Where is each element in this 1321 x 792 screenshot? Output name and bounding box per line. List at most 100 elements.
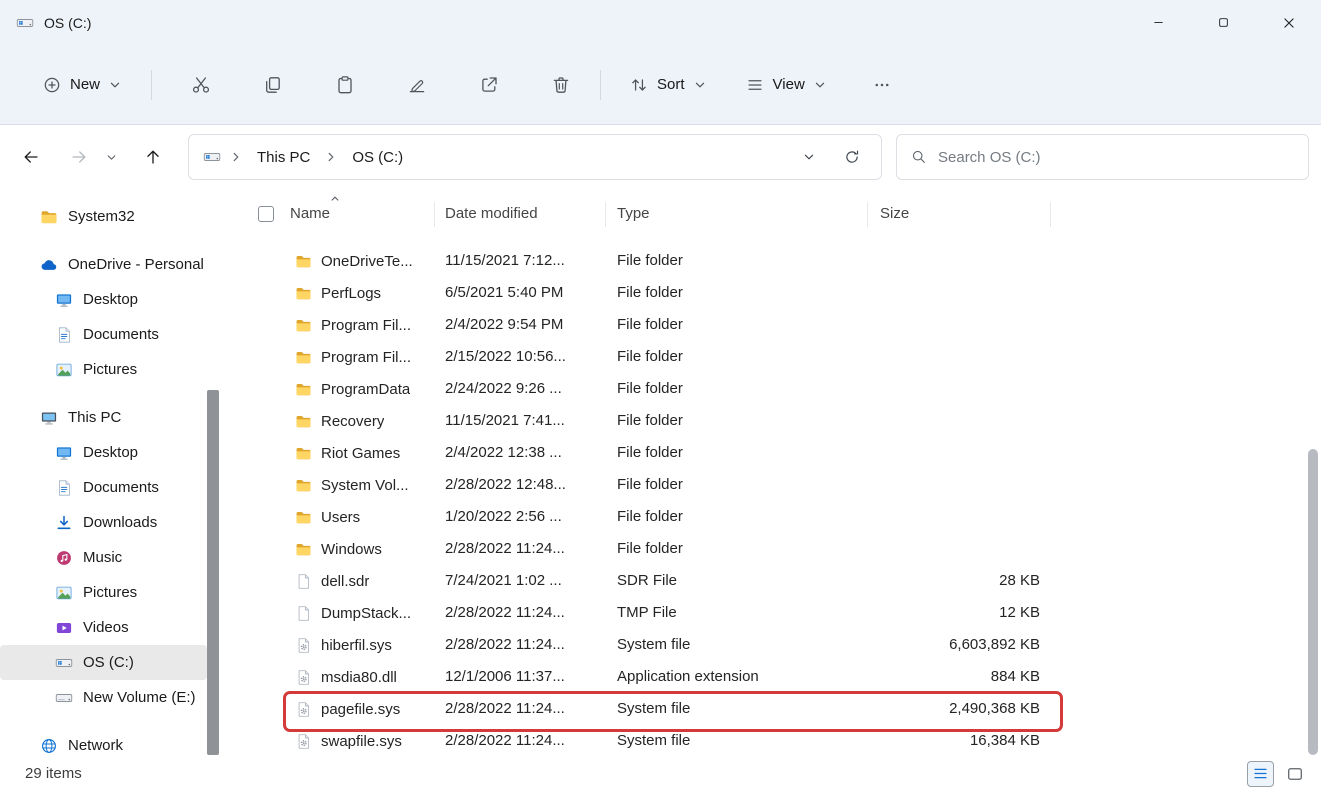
file-size: 12 KB [867,597,1040,629]
sidebar-item-new-volume-e[interactable]: New Volume (E:) [0,680,207,715]
file-row-system-vol[interactable]: System Vol... 2/28/2022 12:48... File fo… [225,469,1305,501]
navigation-pane: System32 OneDrive - Personal Desktop [0,189,225,755]
system-file-icon [295,701,312,718]
chevron-right-icon [325,151,337,163]
file-row-hiberfil-sys[interactable]: hiberfil.sys 2/28/2022 11:24... System f… [225,629,1305,661]
share-button[interactable] [467,65,511,105]
cut-button[interactable] [179,65,223,105]
delete-button[interactable] [539,65,583,105]
recent-locations-button[interactable] [98,139,124,175]
file-row-dumpstack[interactable]: DumpStack... 2/28/2022 11:24... TMP File… [225,597,1305,629]
sidebar-item-pictures[interactable]: Pictures [0,352,207,387]
column-header-date-modified[interactable]: Date modified [445,189,538,239]
file-name: OneDriveTe... [321,253,413,270]
sidebar-item-music[interactable]: Music [0,540,207,575]
address-dropdown-button[interactable] [792,140,826,174]
thumbnails-view-icon [1286,765,1304,783]
desktop-icon [55,291,73,309]
file-type: System file [617,693,690,725]
file-name-cell: DumpStack... [295,597,411,629]
sidebar-item-os-c[interactable]: OS (C:) [0,645,207,680]
select-all-checkbox[interactable] [258,206,274,222]
new-button[interactable]: New [30,66,134,104]
chevron-down-icon [814,79,826,91]
file-row-dell-sdr[interactable]: dell.sdr 7/24/2021 1:02 ... SDR File 28 … [225,565,1305,597]
breadcrumb-this-pc[interactable]: This PC [251,145,316,170]
sidebar-item-documents[interactable]: Documents [0,470,207,505]
file-row-riot-games[interactable]: Riot Games 2/4/2022 12:38 ... File folde… [225,437,1305,469]
file-row-windows[interactable]: Windows 2/28/2022 11:24... File folder [225,533,1305,565]
column-header-size[interactable]: Size [880,189,909,239]
sort-button[interactable]: Sort [618,66,718,104]
sidebar-item-this-pc[interactable]: This PC [0,400,207,435]
file-name-cell: Program Fil... [295,309,411,341]
file-name: Program Fil... [321,317,411,334]
up-button[interactable] [134,139,172,175]
sidebar-item-onedrive-personal[interactable]: OneDrive - Personal [0,247,207,282]
sidebar-item-desktop[interactable]: Desktop [0,435,207,470]
maximize-button[interactable] [1191,0,1256,45]
file-row-swapfile-sys[interactable]: swapfile.sys 2/28/2022 11:24... System f… [225,725,1305,757]
sidebar-item-pictures[interactable]: Pictures [0,575,207,610]
file-date-modified: 2/4/2022 12:38 ... [445,437,562,469]
file-row-programdata[interactable]: ProgramData 2/24/2022 9:26 ... File fold… [225,373,1305,405]
view-button[interactable]: View [734,66,838,104]
sidebar-item-documents[interactable]: Documents [0,317,207,352]
file-row-perflogs[interactable]: PerfLogs 6/5/2021 5:40 PM File folder [225,277,1305,309]
more-options-button[interactable] [860,65,904,105]
details-view-toggle[interactable] [1247,761,1274,787]
rename-button[interactable] [395,65,439,105]
file-name: Riot Games [321,445,400,462]
sidebar-scrollbar-thumb[interactable] [207,390,219,755]
titlebar: OS (C:) [0,0,1321,45]
refresh-button[interactable] [835,140,869,174]
search-box[interactable] [896,134,1309,180]
column-separator[interactable] [434,202,435,227]
forward-button[interactable] [60,139,98,175]
vertical-scrollbar[interactable] [1305,189,1321,755]
file-name-cell: Recovery [295,405,384,437]
file-row-onedrivete[interactable]: OneDriveTe... 11/15/2021 7:12... File fo… [225,245,1305,277]
copy-button[interactable] [251,65,295,105]
close-button[interactable] [1256,0,1321,45]
file-row-users[interactable]: Users 1/20/2022 2:56 ... File folder [225,501,1305,533]
back-button[interactable] [12,139,50,175]
drive-icon [55,654,73,672]
sidebar-item-desktop[interactable]: Desktop [0,282,207,317]
items-count: 29 items [25,765,82,782]
sidebar-item-videos[interactable]: Videos [0,610,207,645]
column-separator[interactable] [867,202,868,227]
file-row-program-fil[interactable]: Program Fil... 2/15/2022 10:56... File f… [225,341,1305,373]
file-type: System file [617,725,690,757]
document-icon [55,326,73,344]
file-row-pagefile-sys[interactable]: pagefile.sys 2/28/2022 11:24... System f… [225,693,1305,725]
file-date-modified: 2/28/2022 11:24... [445,629,565,661]
file-row-msdia80-dll[interactable]: msdia80.dll 12/1/2006 11:37... Applicati… [225,661,1305,693]
column-separator[interactable] [605,202,606,227]
large-thumbnails-view-toggle[interactable] [1281,761,1308,787]
address-bar[interactable]: This PC OS (C:) [188,134,882,180]
column-separator[interactable] [1050,202,1051,227]
paste-button[interactable] [323,65,367,105]
chevron-down-icon [109,79,121,91]
sidebar-item-system32[interactable]: System32 [0,199,207,234]
breadcrumb-os-c[interactable]: OS (C:) [346,145,409,170]
column-header-type[interactable]: Type [617,189,650,239]
file-row-recovery[interactable]: Recovery 11/15/2021 7:41... File folder [225,405,1305,437]
folder-icon [295,541,312,558]
view-button-label: View [773,76,805,93]
vertical-scrollbar-thumb[interactable] [1308,449,1318,755]
search-input[interactable] [938,149,1294,166]
view-toggles [1247,761,1308,787]
file-name: pagefile.sys [321,701,400,718]
minimize-button[interactable] [1126,0,1191,45]
picture-icon [55,584,73,602]
sidebar-scrollbar[interactable] [207,189,219,755]
command-bar: New [0,45,1321,125]
file-row-program-fil[interactable]: Program Fil... 2/4/2022 9:54 PM File fol… [225,309,1305,341]
file-name: msdia80.dll [321,669,397,686]
file-name: Program Fil... [321,349,411,366]
column-header-name[interactable]: Name [290,189,330,239]
sidebar-item-downloads[interactable]: Downloads [0,505,207,540]
sidebar-item-network[interactable]: Network [0,728,207,755]
